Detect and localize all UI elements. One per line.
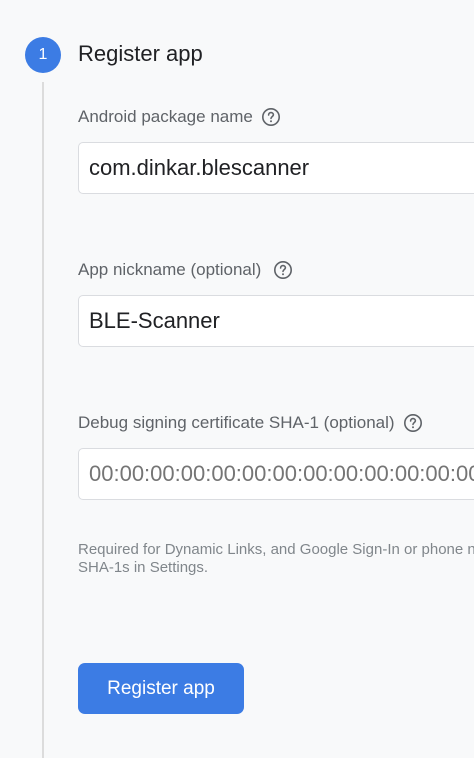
sha1-label-row: Debug signing certificate SHA-1 (optiona… (78, 412, 423, 434)
step-connector-line (42, 82, 44, 758)
package-name-input[interactable] (89, 155, 474, 181)
sha1-label: Debug signing certificate SHA-1 (optiona… (78, 413, 395, 432)
helper-line-1: Required for Dynamic Links, and Google S… (78, 541, 474, 558)
step-number: 1 (38, 46, 48, 63)
sha1-helper-text: Required for Dynamic Links, and Google S… (78, 541, 474, 577)
register-app-button[interactable]: Register app (78, 663, 244, 714)
package-name-label-row: Android package name (78, 106, 281, 128)
sha1-field[interactable] (78, 448, 474, 500)
helper-line-2: SHA-1s in Settings. (78, 559, 209, 576)
help-circle-icon[interactable] (261, 107, 281, 127)
package-name-label: Android package name (78, 107, 253, 126)
help-circle-icon[interactable] (273, 260, 293, 280)
step-title: Register app (78, 41, 203, 66)
step-number-badge: 1 (25, 37, 61, 73)
package-name-field[interactable] (78, 142, 474, 194)
nickname-field[interactable] (78, 295, 474, 347)
register-app-step: 1 Register app Android package name App … (0, 0, 474, 758)
help-circle-icon[interactable] (403, 413, 423, 433)
sha1-input[interactable] (89, 461, 474, 487)
nickname-input[interactable] (89, 308, 474, 334)
nickname-label-row: App nickname (optional) (78, 259, 293, 281)
nickname-label: App nickname (optional) (78, 260, 262, 279)
